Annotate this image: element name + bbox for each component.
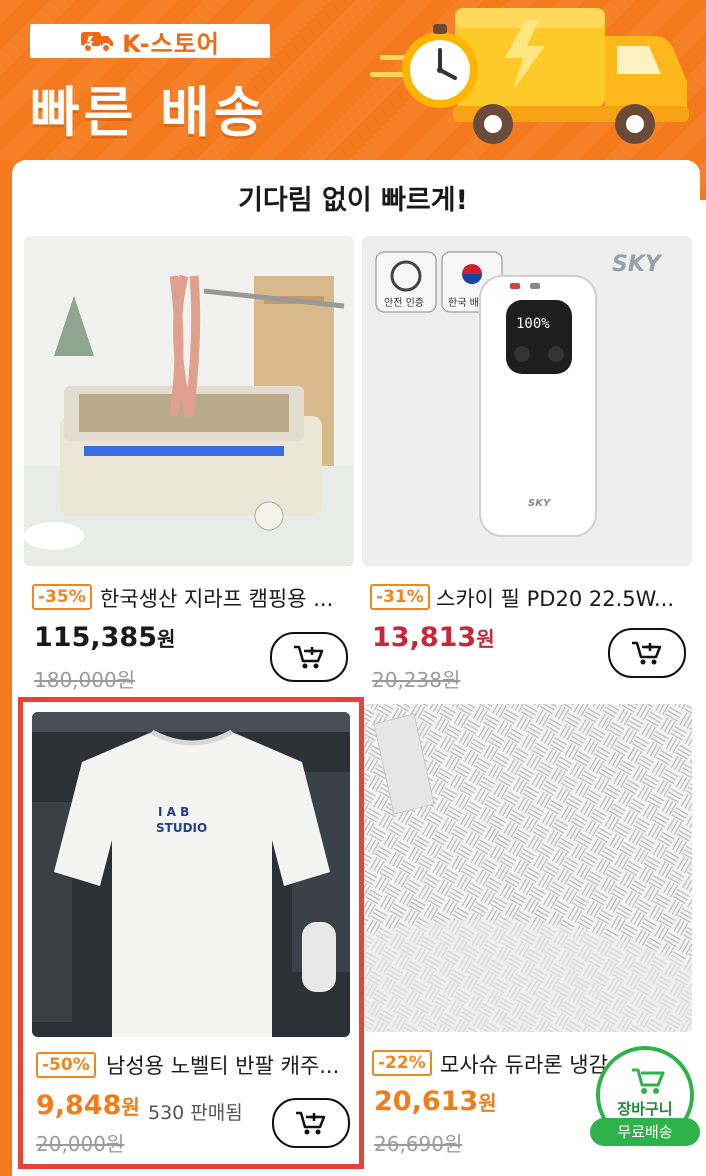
free-shipping-badge: 무료배송 — [590, 1118, 700, 1146]
product-image[interactable] — [364, 704, 692, 1032]
product-image[interactable] — [24, 236, 354, 566]
svg-text:SKY: SKY — [528, 498, 552, 509]
delivery-truck-icon — [370, 8, 689, 144]
discount-badge: -22% — [372, 1050, 432, 1076]
kc-mark-icon: 안전 인증 — [375, 251, 437, 313]
product-name[interactable]: 남성용 노벨티 반팔 캐주... — [106, 1050, 356, 1080]
cart-plus-icon — [632, 641, 662, 665]
shirt-print-top: I A B — [158, 805, 189, 819]
product-image[interactable]: I A B STUDIO — [32, 712, 350, 1037]
product-price: 115,385원 — [34, 622, 175, 653]
product-card-2[interactable]: SKY 안전 인증 한국 배송 100% SKY -31% 스카이 필 PD20… — [362, 236, 694, 692]
price-value: 9,848 — [36, 1090, 122, 1121]
svg-text:안전 인증: 안전 인증 — [384, 297, 424, 309]
price-value: 115,385 — [34, 622, 157, 653]
price-currency: 원 — [476, 627, 495, 651]
original-price: 180,000원 — [34, 668, 136, 692]
product-name[interactable]: 스카이 필 PD20 22.5W... — [436, 583, 694, 613]
battery-readout: 100% — [516, 316, 550, 332]
cart-plus-icon — [294, 645, 324, 669]
price-value: 20,613 — [374, 1086, 479, 1117]
original-price: 20,000원 — [36, 1132, 125, 1156]
cart-icon — [632, 1068, 665, 1094]
power-bank-image: SKY 안전 인증 한국 배송 100% SKY — [362, 236, 692, 566]
add-to-cart-button[interactable] — [270, 632, 348, 682]
discount-badge: -35% — [32, 584, 92, 610]
cart-label: 장바구니 — [617, 1100, 673, 1118]
left-orange-strip — [0, 160, 12, 1176]
product-price: 20,613원 — [374, 1086, 497, 1117]
add-to-cart-button[interactable] — [272, 1098, 350, 1148]
original-price: 26,690원 — [374, 1132, 463, 1156]
price-currency: 원 — [478, 1091, 497, 1115]
cart-plus-icon — [296, 1111, 326, 1135]
product-name[interactable]: 한국생산 지라프 캠핑용 ... — [100, 583, 356, 613]
truck-icon — [81, 32, 114, 53]
camping-grill-image — [24, 236, 354, 566]
discount-badge: -50% — [36, 1052, 96, 1078]
store-label: K-스토어 — [122, 29, 220, 58]
price-currency: 원 — [121, 1095, 140, 1119]
cooling-mat-image — [364, 704, 692, 1032]
discount-badge: -31% — [370, 584, 430, 610]
banner-headline: 빠른 배송 — [30, 81, 268, 144]
product-price: 9,848원 — [36, 1090, 140, 1121]
price-value: 13,813 — [372, 622, 477, 653]
panel-title: 기다림 없이 빠르게! — [238, 185, 468, 216]
product-price: 13,813원 — [372, 622, 495, 653]
price-currency: 원 — [156, 627, 176, 651]
product-card-1[interactable]: -35% 한국생산 지라프 캠핑용 ... 115,385원 180,000원 — [24, 236, 356, 692]
add-to-cart-button[interactable] — [608, 628, 686, 678]
brand-logo: SKY — [612, 252, 663, 277]
original-price: 20,238원 — [372, 668, 461, 692]
product-card-3[interactable]: I A B STUDIO -50% 남성용 노벨티 반팔 캐주... 9,848… — [24, 704, 360, 1166]
sold-count: 530 판매됨 — [148, 1102, 243, 1124]
product-image[interactable]: SKY 안전 인증 한국 배송 100% SKY — [362, 236, 692, 566]
tshirt-image: I A B STUDIO — [32, 712, 350, 1037]
shirt-print-bottom: STUDIO — [156, 821, 207, 835]
store-tag: K-스토어 — [30, 24, 270, 58]
